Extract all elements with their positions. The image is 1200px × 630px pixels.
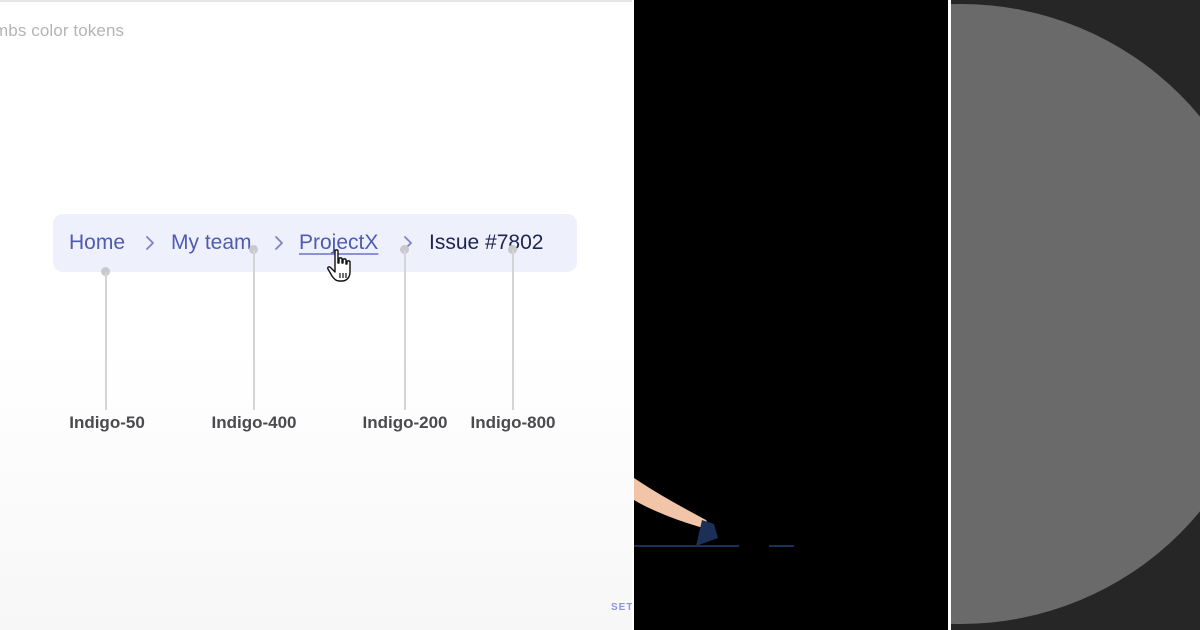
breadcrumb-token-panel: mbs color tokens Home My team ProjectX I… xyxy=(0,0,632,630)
hand-pointer-icon xyxy=(327,249,351,282)
breadcrumb: Home My team ProjectX Issue #7802 xyxy=(53,214,577,272)
illustration-panel xyxy=(634,0,948,630)
figure-illustration xyxy=(634,478,794,547)
callout-line xyxy=(404,250,406,410)
token-label-indigo-200: Indigo-200 xyxy=(362,413,448,432)
breadcrumb-home[interactable]: Home xyxy=(69,229,125,257)
callout-line xyxy=(253,250,255,410)
chevron-right-icon xyxy=(275,236,283,250)
breadcrumb-current-issue: Issue #7802 xyxy=(429,231,544,254)
circle-panel xyxy=(951,0,1200,630)
panel-caption: mbs color tokens xyxy=(0,21,125,40)
callout-line xyxy=(512,250,514,410)
token-label-indigo-800: Indigo-800 xyxy=(470,413,556,432)
token-label-indigo-50: Indigo-50 xyxy=(69,413,145,432)
circle-shape xyxy=(951,4,1200,624)
corner-mark: SET xyxy=(611,602,632,613)
callout-line xyxy=(105,272,107,410)
token-label-indigo-400: Indigo-400 xyxy=(211,413,297,432)
chevron-right-icon xyxy=(146,236,154,250)
breadcrumb-my-team[interactable]: My team xyxy=(171,229,252,257)
